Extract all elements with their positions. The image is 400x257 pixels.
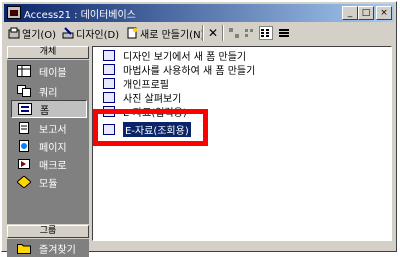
new-icon: [126, 27, 138, 39]
sidebar-item-pages[interactable]: 페이지: [11, 137, 87, 155]
query-icon: [17, 85, 31, 97]
design-label: 디자인(D): [76, 29, 120, 41]
list-view-icon: [259, 26, 273, 40]
form-icon: [103, 77, 115, 89]
wizard-icon: [103, 63, 115, 75]
details-view-button[interactable]: [278, 24, 292, 42]
new-label: 새로 만들기(N): [140, 29, 205, 41]
toolbar: 열기(O) 디자인(D) 새로 만들기(N) ✕: [4, 22, 394, 44]
sidebar-item-macros[interactable]: 매크로: [11, 155, 87, 173]
report-icon: [17, 122, 31, 134]
sidebar-item-tables[interactable]: 테이블: [11, 62, 87, 80]
favorites-label: 즐겨찾기: [39, 244, 76, 256]
list-item-label: 디자인 보기에서 새 폼 만들기: [123, 51, 247, 63]
details-view-icon: [278, 27, 290, 39]
form-icon: [18, 103, 32, 115]
small-icons-button[interactable]: [244, 24, 258, 42]
open-button[interactable]: 열기(O): [8, 24, 56, 42]
access-app-icon[interactable]: [7, 6, 21, 19]
module-icon: [16, 175, 32, 189]
sidebar-item-modules[interactable]: 모듈: [11, 173, 87, 191]
form-icon: [103, 91, 115, 103]
design-button[interactable]: 디자인(D): [62, 24, 119, 42]
maximize-button[interactable]: □: [358, 6, 374, 20]
macro-icon: [17, 158, 31, 170]
toolbar-separator: [202, 25, 204, 41]
sidebar-item-forms[interactable]: 폼: [11, 100, 87, 118]
objects-bar: 개체 테이블 쿼리 폼 보고서 페이지 매크로 모듈 그룹 즐겨찾기: [7, 46, 89, 257]
sidebar-item-label: 폼: [40, 105, 50, 117]
table-icon: [17, 65, 31, 77]
design-wizard-icon: [103, 49, 115, 61]
groups-header-button[interactable]: 그룹: [7, 225, 89, 238]
open-icon: [8, 27, 20, 39]
sidebar-item-queries[interactable]: 쿼리: [11, 82, 87, 100]
large-icons-icon: [228, 27, 240, 39]
list-item[interactable]: 사진 살펴보기: [103, 90, 182, 105]
list-item-label: 개인프로필: [123, 79, 169, 91]
list-item[interactable]: 마법사를 사용하여 새 폼 만들기: [103, 62, 256, 77]
favorites-folder-icon: [17, 242, 31, 254]
small-icons-icon: [244, 27, 256, 39]
open-label: 열기(O): [22, 29, 57, 41]
delete-button[interactable]: ✕: [208, 24, 218, 42]
design-icon: [62, 27, 74, 39]
favorites-item[interactable]: 즐겨찾기: [7, 239, 89, 257]
highlight-box: [93, 109, 208, 146]
sidebar-item-label: 페이지: [39, 142, 67, 154]
sidebar-item-label: 보고서: [39, 124, 67, 136]
minimize-button[interactable]: _: [342, 6, 358, 20]
new-button[interactable]: 새로 만들기(N): [126, 24, 204, 42]
large-icons-button[interactable]: [228, 24, 242, 42]
toolbar-separator: [222, 25, 224, 41]
sidebar-item-label: 테이블: [39, 67, 67, 79]
sidebar-item-reports[interactable]: 보고서: [11, 119, 87, 137]
close-button[interactable]: ×: [376, 6, 392, 20]
list-item[interactable]: 디자인 보기에서 새 폼 만들기: [103, 48, 247, 63]
objects-header-button[interactable]: 개체: [7, 46, 89, 59]
window-title: Access21 : 데이터베이스: [24, 10, 136, 21]
list-view-button[interactable]: [259, 24, 274, 42]
sidebar-item-label: 매크로: [39, 160, 67, 172]
page-icon: [17, 140, 31, 152]
list-item-label: 사진 살펴보기: [123, 93, 182, 105]
list-item-label: 마법사를 사용하여 새 폼 만들기: [123, 65, 256, 77]
sidebar-item-label: 모듈: [39, 178, 58, 190]
title-bar[interactable]: Access21 : 데이터베이스 _ □ ×: [4, 4, 394, 22]
sidebar-item-label: 쿼리: [39, 87, 58, 99]
list-item[interactable]: 개인프로필: [103, 76, 169, 91]
delete-icon: ✕: [208, 26, 219, 40]
